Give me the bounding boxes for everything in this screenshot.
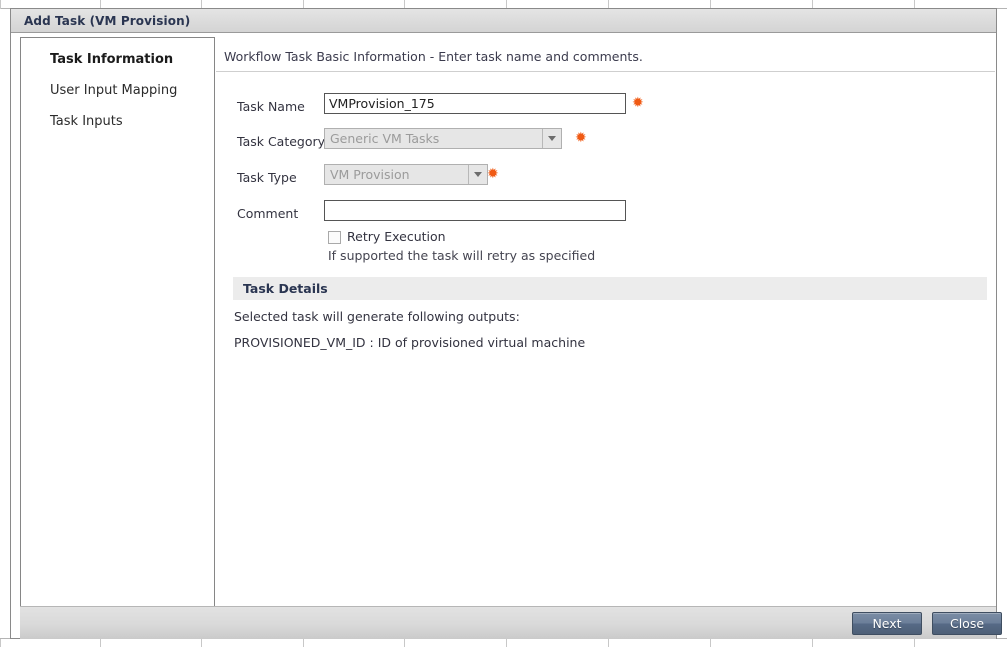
backdrop-separator <box>506 639 507 647</box>
task-type-value: VM Provision <box>330 167 410 182</box>
sidebar-item-task-information[interactable]: Task Information <box>50 52 173 67</box>
application-backdrop: Add Task (VM Provision) Task Information… <box>0 0 1007 647</box>
close-button[interactable]: Close <box>932 612 1002 635</box>
retry-execution-help-text: If supported the task will retry as spec… <box>328 248 596 263</box>
task-details-section-bar: Task Details <box>233 277 987 300</box>
task-category-dropdown-button[interactable] <box>542 129 561 148</box>
task-category-select[interactable]: Generic VM Tasks <box>324 128 562 149</box>
task-name-required-icon: ✹ <box>632 95 644 111</box>
retry-execution-checkbox[interactable] <box>328 231 341 244</box>
retry-execution-label[interactable]: Retry Execution <box>347 229 446 244</box>
panel-header-text: Workflow Task Basic Information - Enter … <box>224 49 643 64</box>
task-category-value: Generic VM Tasks <box>330 131 440 146</box>
comment-input[interactable] <box>324 200 626 221</box>
background-status-strip <box>0 638 1007 647</box>
backdrop-separator <box>100 639 101 647</box>
task-type-label: Task Type <box>237 170 297 185</box>
backdrop-separator <box>710 639 711 647</box>
backdrop-separator <box>608 639 609 647</box>
dialog-footer: Next Close <box>20 606 1002 639</box>
backdrop-separator <box>404 639 405 647</box>
backdrop-separator <box>303 639 304 647</box>
panel-divider <box>216 71 995 72</box>
task-type-required-icon: ✹ <box>487 166 499 182</box>
chevron-down-icon <box>474 172 482 177</box>
sidebar-item-user-input-mapping[interactable]: User Input Mapping <box>50 83 177 98</box>
task-category-label: Task Category <box>237 134 326 149</box>
task-details-intro: Selected task will generate following ou… <box>234 309 520 324</box>
task-details-output: PROVISIONED_VM_ID : ID of provisioned vi… <box>234 335 586 350</box>
dialog-title-bar: Add Task (VM Provision) <box>11 9 996 33</box>
chevron-down-icon <box>548 136 556 141</box>
wizard-step-sidebar: Task Information User Input Mapping Task… <box>20 37 215 607</box>
task-type-dropdown-button[interactable] <box>468 165 487 184</box>
task-name-label: Task Name <box>237 99 305 114</box>
comment-label: Comment <box>237 206 299 221</box>
backdrop-separator <box>0 0 1 9</box>
backdrop-separator <box>201 639 202 647</box>
task-type-select[interactable]: VM Provision <box>324 164 488 185</box>
backdrop-separator <box>0 639 1 647</box>
sidebar-item-task-inputs[interactable]: Task Inputs <box>50 114 123 129</box>
task-category-required-icon: ✹ <box>575 130 587 146</box>
next-button[interactable]: Next <box>852 612 922 635</box>
task-information-panel: Workflow Task Basic Information - Enter … <box>215 37 996 607</box>
task-details-title: Task Details <box>243 281 328 296</box>
backdrop-separator <box>812 639 813 647</box>
dialog-title: Add Task (VM Provision) <box>24 14 191 28</box>
task-name-input[interactable] <box>324 93 626 114</box>
backdrop-separator <box>914 639 915 647</box>
add-task-dialog: Add Task (VM Provision) Task Information… <box>10 8 1002 639</box>
